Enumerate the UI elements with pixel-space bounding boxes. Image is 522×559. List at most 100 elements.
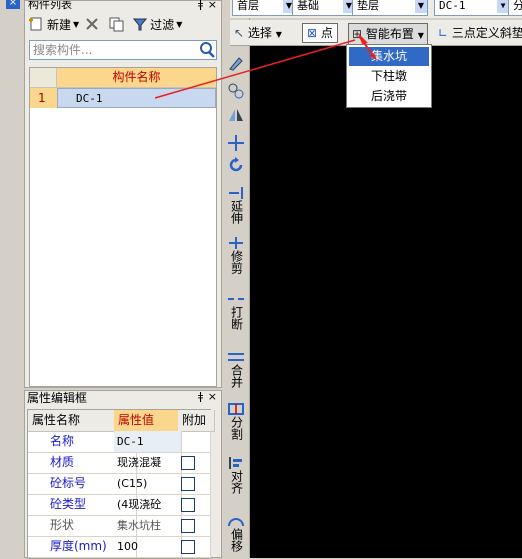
row-header-corner [30, 68, 57, 88]
property-value[interactable]: 集水坑柱 [114, 515, 182, 537]
filter-button[interactable]: 过滤 ▼ [130, 14, 185, 34]
property-panel-title: 属性编辑框 [27, 391, 88, 405]
property-value[interactable]: (C15) [114, 473, 182, 495]
copy-icon [109, 17, 124, 32]
component-select[interactable]: DC-1 ▼ [434, 0, 510, 16]
copy-button[interactable] [105, 14, 130, 34]
property-row[interactable]: 厚度(mm) 100 [28, 536, 212, 558]
smart-layout-button[interactable]: ⊞ 智能布置 ▼ [348, 23, 428, 45]
search-button[interactable] [197, 40, 218, 60]
chevron-down-icon: ▼ [415, 0, 427, 13]
header-property-name: 属性名称 [28, 410, 115, 432]
extend-label: 延伸 [229, 200, 244, 224]
extra-checkbox[interactable] [181, 456, 195, 470]
extra-checkbox[interactable] [181, 477, 195, 491]
new-icon [29, 17, 42, 31]
break-icon [228, 298, 244, 300]
point-label: 点 [320, 26, 333, 40]
category-select[interactable]: 基础 ▼ [292, 0, 356, 16]
copy-shapes-icon [228, 83, 244, 99]
copy-tool-button[interactable] [225, 82, 247, 100]
split-tool-button[interactable]: 分割 [225, 402, 247, 440]
chevron-down-icon: ▼ [417, 31, 424, 40]
menu-item-post-pour-strip[interactable]: 后浇带 [349, 87, 429, 106]
extra-checkbox[interactable] [181, 498, 195, 512]
offset-label: 偏移 [229, 528, 244, 552]
search-input[interactable]: 搜索构件... [29, 40, 217, 60]
property-value[interactable]: DC-1 [114, 431, 182, 453]
filter-funnel-icon [133, 18, 148, 31]
mirror-tool-button[interactable] [225, 106, 247, 124]
mirror-icon [229, 109, 243, 121]
header-property-value: 属性值 [114, 410, 183, 432]
align-tool-button[interactable]: 对齐 [225, 456, 247, 494]
menu-item-lower-pier[interactable]: 下柱墩 [349, 67, 429, 86]
merge-icon [228, 353, 244, 361]
three-point-icon: ∟ [438, 26, 449, 40]
point-icon: ⊠ [307, 26, 318, 40]
three-point-label: 三点定义斜垫 [451, 26, 522, 40]
merge-tool-button[interactable]: 合并 [225, 350, 247, 388]
floor-select[interactable]: 首层 ▼ [232, 0, 296, 16]
component-list-panel: 构件列表 ǂ × 新建 ▼ 过滤 ▼ 搜索构件... 构件名称 1 DC-1 [24, 0, 222, 388]
component-list-title: 构件列表 [25, 1, 221, 12]
property-row[interactable]: 形状 集水坑柱 [28, 515, 212, 537]
list-item[interactable]: DC-1 [57, 88, 216, 108]
property-value[interactable]: (4现浇砼 [114, 494, 182, 516]
edit-tool-strip: 延伸 修剪 打断 合并 分割 对齐 偏移 [222, 0, 250, 558]
extra-checkbox[interactable] [181, 519, 195, 533]
delete-button[interactable] [82, 14, 105, 34]
rotate-icon [229, 157, 243, 172]
category-value: 基础 [297, 0, 319, 12]
offset-tool-button[interactable]: 偏移 [225, 514, 247, 552]
header-extra: 附加 [178, 410, 215, 432]
delete-x-icon [86, 18, 98, 30]
property-row[interactable]: 名称 DC-1 [28, 431, 212, 453]
move-tool-button[interactable] [225, 134, 247, 152]
property-editor-panel: 属性编辑框 ǂ × 属性名称 属性值 附加 名称 DC-1 材质 现浇混凝 砼标… [24, 390, 222, 559]
extra-select[interactable]: 分 [508, 0, 522, 16]
left-dock-strip: × [0, 0, 24, 558]
type-select[interactable]: 垫层 ▼ [352, 0, 428, 16]
three-point-button[interactable]: ∟ 三点定义斜垫 [438, 23, 522, 43]
pin-icon[interactable]: ǂ [198, 390, 203, 403]
move-icon [228, 135, 244, 151]
merge-label: 合并 [229, 364, 244, 388]
trim-label: 修剪 [229, 250, 244, 274]
property-row[interactable]: 砼标号 (C15) [28, 473, 212, 495]
break-label: 打断 [229, 306, 244, 330]
floor-value: 首层 [237, 0, 259, 12]
brush-tool-button[interactable] [225, 54, 247, 72]
drawing-canvas[interactable] [250, 46, 522, 558]
pin-icon[interactable]: ǂ [198, 0, 203, 11]
type-value: 垫层 [357, 0, 379, 12]
close-icon[interactable]: × [208, 390, 217, 403]
column-header-name[interactable]: 构件名称 [57, 68, 216, 88]
extend-tool-button[interactable]: 延伸 [225, 186, 247, 224]
search-icon [200, 42, 215, 58]
point-button[interactable]: ⊠ 点 [302, 23, 338, 43]
brush-icon [229, 57, 243, 71]
align-icon [229, 457, 242, 469]
close-icon[interactable]: × [6, 0, 20, 9]
close-icon[interactable]: × [208, 0, 217, 11]
property-row[interactable]: 材质 现浇混凝 [28, 452, 212, 474]
property-value[interactable]: 现浇混凝 [114, 452, 182, 474]
property-row[interactable]: 砼类型 (4现浇砼 [28, 494, 212, 516]
property-extra [178, 431, 211, 453]
select-button[interactable]: ↖ 选择 ▼ [234, 23, 282, 43]
smart-layout-label: 智能布置 [365, 27, 414, 41]
rotate-tool-button[interactable] [225, 156, 247, 174]
extra-value: 分 [513, 0, 522, 12]
trim-icon [229, 237, 243, 249]
extra-checkbox[interactable] [181, 540, 195, 554]
component-list-grid: 构件名称 1 DC-1 [29, 67, 217, 387]
draw-toolbar: ↖ 选择 ▼ ⊠ 点 ⊞ 智能布置 ▼ ∟ 三点定义斜垫 [230, 20, 522, 46]
trim-tool-button[interactable]: 修剪 [225, 236, 247, 274]
new-button[interactable]: 新建 ▼ [25, 14, 82, 34]
break-tool-button[interactable]: 打断 [225, 292, 247, 330]
property-value[interactable]: 100 [114, 536, 182, 558]
split-label: 分割 [229, 416, 244, 440]
row-number[interactable]: 1 [30, 88, 57, 108]
menu-item-sump-pit[interactable]: 集水坑 [349, 47, 429, 66]
